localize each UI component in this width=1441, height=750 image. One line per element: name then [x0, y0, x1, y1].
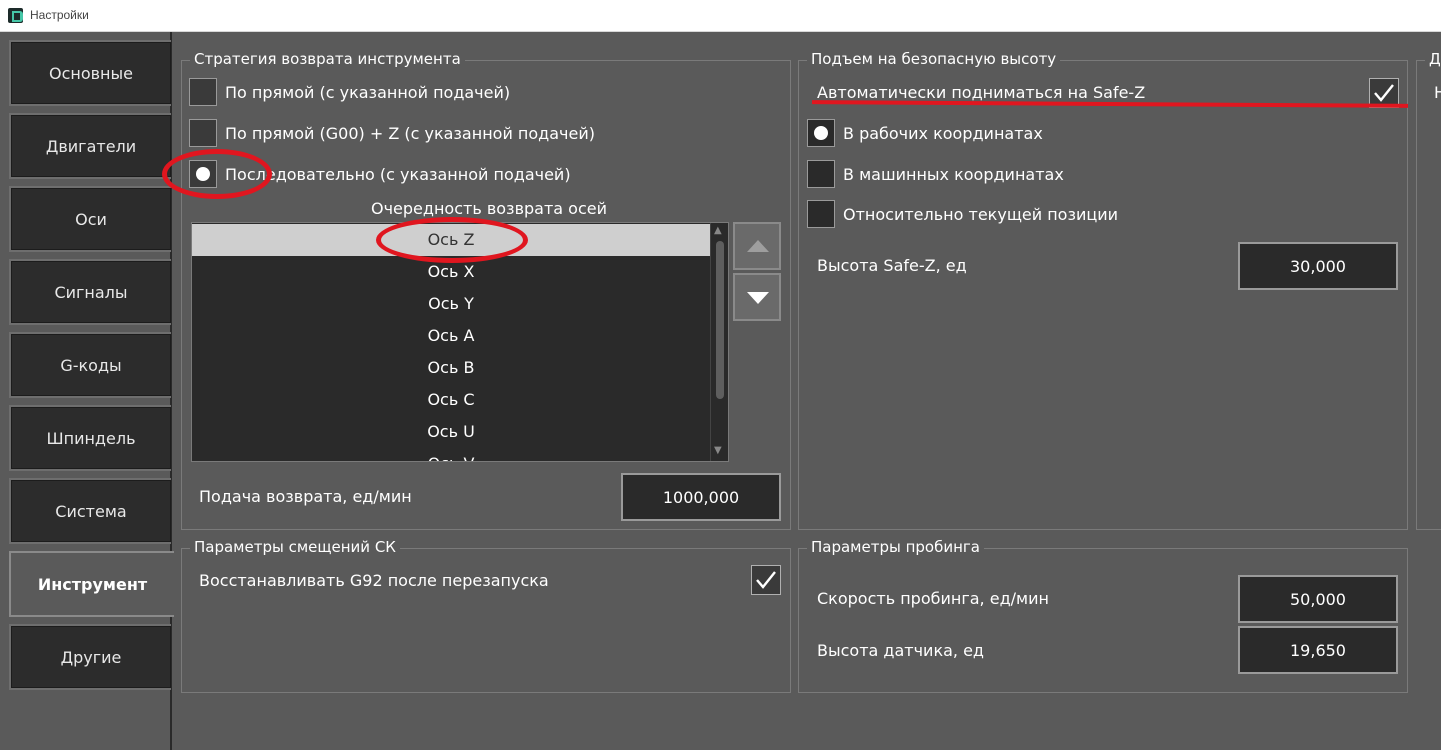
strategy-straight-radio[interactable]: [189, 78, 217, 106]
working-coords-radio[interactable]: [807, 119, 835, 147]
move-up-button[interactable]: [733, 222, 781, 270]
auto-safe-z-label: Автоматически подниматься на Safe-Z: [817, 83, 1146, 102]
scrollbar-thumb[interactable]: [716, 241, 724, 399]
strategy-straight-option[interactable]: По прямой (с указанной подачей): [189, 78, 510, 106]
probing-title: Параметры пробинга: [807, 538, 984, 556]
list-item[interactable]: Ось U: [192, 416, 710, 448]
strategy-straight-label: По прямой (с указанной подачей): [225, 82, 511, 102]
auto-safe-z-checkbox[interactable]: [1369, 78, 1399, 108]
sidebar-item-gcodes[interactable]: G-коды: [9, 332, 171, 398]
sidebar-item-signals[interactable]: Сигналы: [9, 259, 171, 325]
return-strategy-title: Стратегия возврата инструмента: [190, 50, 465, 68]
offsets-group: Параметры смещений СК: [181, 538, 791, 693]
strategy-sequential-option[interactable]: Последовательно (с указанной подачей): [189, 160, 571, 188]
sidebar-item-tool[interactable]: Инструмент: [9, 551, 174, 617]
relative-position-option[interactable]: Относительно текущей позиции: [807, 200, 1118, 228]
restore-g92-checkbox[interactable]: [751, 565, 781, 595]
list-scrollbar[interactable]: ▲ ▼: [710, 223, 728, 461]
strategy-sequential-radio[interactable]: [189, 160, 217, 188]
sidebar-item-system[interactable]: Система: [9, 478, 171, 544]
axis-order-list[interactable]: Ось Z Ось X Ось Y Ось A Ось B Ось C Ось …: [191, 222, 729, 462]
strategy-g00-label: По прямой (G00) + Z (с указанной подачей…: [225, 123, 595, 143]
sidebar-item-axes[interactable]: Оси: [9, 186, 171, 252]
sidebar-item-main[interactable]: Основные: [9, 40, 171, 106]
scroll-up-arrow-icon[interactable]: ▲: [714, 225, 722, 236]
sensor-height-input[interactable]: [1238, 626, 1398, 674]
checkmark-icon: [1374, 84, 1394, 102]
sidebar-item-other[interactable]: Другие: [9, 624, 171, 690]
title-bar: Настройки: [0, 0, 1441, 32]
list-item[interactable]: Ось A: [192, 320, 710, 352]
relative-position-label: Относительно текущей позиции: [843, 204, 1119, 224]
return-feed-input[interactable]: [621, 473, 781, 521]
partial-group: Д: [1416, 50, 1441, 530]
strategy-g00-radio[interactable]: [189, 119, 217, 147]
restore-g92-label: Восстанавливать G92 после перезапуска: [199, 571, 549, 590]
working-coords-option[interactable]: В рабочих координатах: [807, 119, 1043, 147]
scroll-down-arrow-icon[interactable]: ▼: [714, 445, 722, 456]
return-feed-label: Подача возврата, ед/мин: [199, 487, 412, 506]
probing-speed-label: Скорость пробинга, ед/мин: [817, 589, 1049, 608]
list-item[interactable]: Ось Y: [192, 288, 710, 320]
sidebar: Основные Двигатели Оси Сигналы G-коды Шп…: [0, 32, 174, 750]
relative-position-radio[interactable]: [807, 200, 835, 228]
machine-coords-label: В машинных координатах: [843, 164, 1064, 184]
machine-coords-option[interactable]: В машинных координатах: [807, 160, 1064, 188]
axis-order-title: Очередность возврата осей: [371, 199, 607, 218]
safe-height-title: Подъем на безопасную высоту: [807, 50, 1061, 68]
checkmark-icon: [756, 571, 776, 589]
working-coords-label: В рабочих координатах: [843, 123, 1043, 143]
app-logo-icon: [8, 8, 23, 23]
safe-z-height-label: Высота Safe-Z, ед: [817, 256, 967, 275]
safe-z-height-input[interactable]: [1238, 242, 1398, 290]
move-down-button[interactable]: [733, 273, 781, 321]
partial-group-row: Н: [1434, 83, 1441, 102]
sidebar-item-spindle[interactable]: Шпиндель: [9, 405, 171, 471]
sensor-height-label: Высота датчика, ед: [817, 641, 984, 660]
sidebar-item-motors[interactable]: Двигатели: [9, 113, 171, 179]
offsets-title: Параметры смещений СК: [190, 538, 400, 556]
arrow-down-icon: [747, 292, 769, 304]
list-item[interactable]: Ось C: [192, 384, 710, 416]
machine-coords-radio[interactable]: [807, 160, 835, 188]
partial-group-title: Д: [1425, 50, 1441, 68]
probing-speed-input[interactable]: [1238, 575, 1398, 623]
strategy-g00-option[interactable]: По прямой (G00) + Z (с указанной подачей…: [189, 119, 595, 147]
window-title: Настройки: [30, 8, 89, 22]
list-item[interactable]: Ось V: [192, 448, 710, 461]
strategy-sequential-label: Последовательно (с указанной подачей): [225, 164, 571, 184]
list-item[interactable]: Ось Z: [192, 224, 710, 256]
list-item[interactable]: Ось X: [192, 256, 710, 288]
list-item[interactable]: Ось B: [192, 352, 710, 384]
arrow-up-icon: [747, 240, 769, 252]
